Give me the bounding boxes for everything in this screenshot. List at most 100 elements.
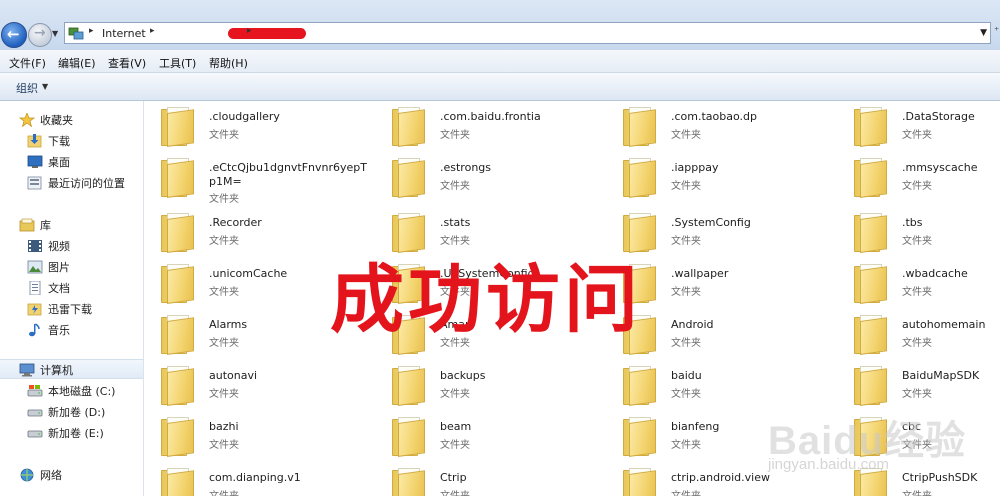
nav-computer-label: 计算机 [40, 364, 73, 377]
history-dropdown-icon[interactable]: ▼ [52, 29, 58, 38]
folder-type: 文件夹 [671, 338, 701, 349]
nav-item-videos[interactable]: 视频 [27, 237, 70, 255]
nav-item-pictures[interactable]: 图片 [27, 258, 70, 276]
folder-type: 文件夹 [209, 287, 239, 298]
folder-item[interactable]: .com.baidu.frontia 文件夹 [376, 101, 602, 149]
address-refresh-icon[interactable]: ⁺ [994, 26, 999, 37]
folder-name: .cloudgallery [209, 110, 280, 123]
folder-item[interactable]: com.dianping.v1 文件夹 [145, 462, 371, 496]
folder-item[interactable]: .eCtcQjbu1dgnvtFnvnr6yepTp1M= 文件夹 [145, 152, 371, 205]
folder-icon [623, 213, 656, 253]
folder-type: 文件夹 [671, 440, 701, 451]
folder-item[interactable]: .DataStorage 文件夹 [838, 101, 1000, 149]
folder-name: autonavi [209, 369, 258, 382]
folder-icon [392, 158, 425, 198]
menu-tools[interactable]: 工具(T) [159, 55, 196, 71]
folder-item[interactable]: .SystemConfig 文件夹 [607, 207, 833, 255]
organize-dropdown-icon[interactable]: ▼ [42, 82, 48, 91]
folder-item[interactable]: .mmsyscache 文件夹 [838, 152, 1000, 200]
thunder-download-icon [27, 302, 43, 316]
nav-computer[interactable]: 计算机 [19, 361, 73, 379]
folder-icon [392, 107, 425, 147]
nav-item-downloads[interactable]: 下载 [27, 132, 70, 150]
address-bar[interactable]: ▸ Internet ▸ ▸ ▼ [64, 22, 991, 44]
menu-file[interactable]: 文件(F) [9, 55, 46, 71]
folder-icon [392, 366, 425, 406]
nav-libraries[interactable]: 库 [19, 216, 51, 234]
folder-item[interactable]: .iapppay 文件夹 [607, 152, 833, 200]
video-icon [27, 239, 43, 253]
nav-item-music[interactable]: 音乐 [27, 321, 70, 339]
folder-icon [161, 366, 194, 406]
folder-name: Android [671, 318, 714, 331]
computer-icon [19, 363, 35, 377]
folder-item[interactable]: .cloudgallery 文件夹 [145, 101, 371, 149]
nav-network-label: 网络 [40, 469, 62, 482]
back-button[interactable]: ← [1, 22, 27, 48]
nav-favorites-label: 收藏夹 [40, 114, 73, 127]
organize-button[interactable]: 组织 [16, 80, 38, 96]
folder-icon [161, 417, 194, 457]
menu-edit[interactable]: 编辑(E) [58, 55, 96, 71]
folder-item[interactable]: baidu 文件夹 [607, 360, 833, 408]
breadcrumb-internet[interactable]: Internet [102, 27, 146, 40]
folder-item[interactable]: .estrongs 文件夹 [376, 152, 602, 200]
nav-favorites[interactable]: 收藏夹 [18, 111, 73, 129]
folder-item[interactable]: autohomemain 文件夹 [838, 309, 1000, 357]
address-toolbar: ← → ▼ ▸ Internet ▸ ▸ ▼ ⁺ [0, 0, 1000, 50]
folder-icon [854, 158, 887, 198]
folder-type: 文件夹 [209, 440, 239, 451]
nav-item-volume-e[interactable]: 新加卷 (E:) [27, 424, 104, 442]
nav-item-label: 新加卷 (D:) [48, 406, 106, 419]
folder-item[interactable]: backups 文件夹 [376, 360, 602, 408]
nav-item-documents[interactable]: 文档 [27, 279, 70, 297]
folder-name: .estrongs [440, 161, 492, 174]
folder-type: 文件夹 [440, 440, 470, 451]
baidu-jingyan-watermark: Baidu经验 jingyan.baidu.com [768, 408, 965, 488]
folder-item[interactable]: .wbadcache 文件夹 [838, 258, 1000, 306]
forward-button[interactable]: → [28, 23, 52, 47]
folder-name: autohomemain [902, 318, 986, 331]
folder-item[interactable]: .com.taobao.dp 文件夹 [607, 101, 833, 149]
breadcrumb-separator-icon[interactable]: ▸ [89, 26, 94, 36]
folder-item[interactable]: .Recorder 文件夹 [145, 207, 371, 255]
folder-item[interactable]: BaiduMapSDK 文件夹 [838, 360, 1000, 408]
breadcrumb-separator-icon[interactable]: ▸ [150, 26, 155, 36]
local-disk-icon [27, 384, 43, 398]
folder-type: 文件夹 [440, 181, 470, 192]
nav-item-recent-places[interactable]: 最近访问的位置 [27, 174, 125, 192]
address-dropdown-icon[interactable]: ▼ [980, 28, 987, 38]
nav-item-label: 视频 [48, 240, 70, 253]
folder-item[interactable]: .stats 文件夹 [376, 207, 602, 255]
nav-item-local-disk-c[interactable]: 本地磁盘 (C:) [27, 382, 115, 400]
nav-item-label: 下载 [48, 135, 70, 148]
folder-name: .wallpaper [671, 267, 729, 280]
menu-help[interactable]: 帮助(H) [209, 55, 248, 71]
library-icon [19, 218, 35, 232]
folder-name: bazhi [209, 420, 239, 433]
folder-type: 文件夹 [902, 287, 932, 298]
folder-name: .iapppay [671, 161, 719, 174]
folder-icon [161, 213, 194, 253]
folder-type: 文件夹 [209, 236, 239, 247]
download-folder-icon [27, 134, 43, 148]
drive-icon [27, 426, 43, 440]
nav-item-label: 最近访问的位置 [48, 177, 125, 190]
forward-arrow-icon: → [34, 25, 46, 41]
nav-item-thunder-downloads[interactable]: 迅雷下载 [27, 300, 92, 318]
folder-name: .com.baidu.frontia [440, 110, 541, 123]
folder-name: .Recorder [209, 216, 262, 229]
folder-item[interactable]: .tbs 文件夹 [838, 207, 1000, 255]
folder-icon [854, 264, 887, 304]
nav-item-label: 本地磁盘 (C:) [48, 385, 116, 398]
nav-item-volume-d[interactable]: 新加卷 (D:) [27, 403, 105, 421]
folder-item[interactable]: Ctrip 文件夹 [376, 462, 602, 496]
menu-view[interactable]: 查看(V) [108, 55, 146, 71]
folder-item[interactable]: bazhi 文件夹 [145, 411, 371, 459]
folder-icon [161, 158, 194, 198]
folder-item[interactable]: autonavi 文件夹 [145, 360, 371, 408]
nav-network[interactable]: 网络 [19, 466, 62, 484]
nav-item-desktop[interactable]: 桌面 [27, 153, 70, 171]
folder-item[interactable]: beam 文件夹 [376, 411, 602, 459]
breadcrumb-separator-icon[interactable]: ▸ [247, 26, 252, 36]
